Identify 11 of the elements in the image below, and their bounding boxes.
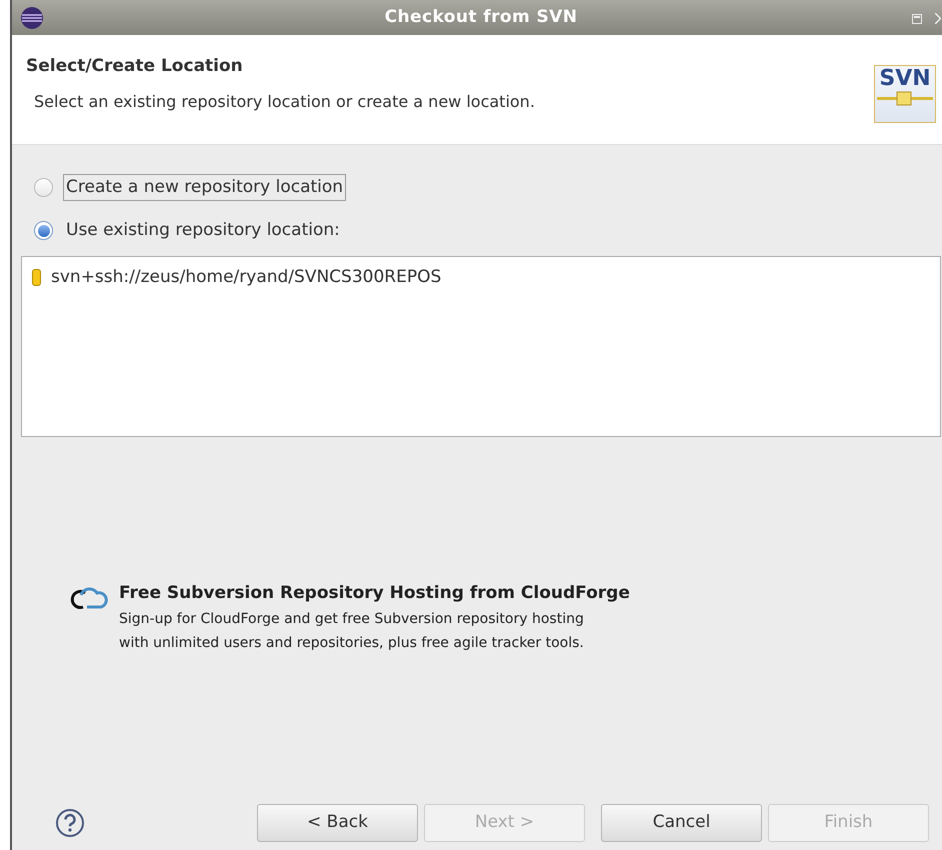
wizard-button[interactable]: Cancel: [601, 804, 762, 842]
svn-logo: SVN: [874, 65, 936, 123]
location-item[interactable]: svn+ssh://zeus/home/ryand/SVNCS300REPOS: [32, 265, 940, 290]
radio-label[interactable]: Use existing repository location:: [63, 216, 343, 244]
header-title: Select/Create Location: [26, 55, 243, 78]
wizard-button[interactable]: < Back: [257, 804, 418, 842]
radio-label[interactable]: Create a new repository location: [63, 174, 346, 202]
promo-title[interactable]: Free Subversion Repository Hosting from CloudForge: [119, 581, 630, 606]
window-title: Checkout from SVN: [384, 6, 578, 29]
promo-text: Sign-up for CloudForge and get free Subversion repository hosting with unlimited users and repositories, plus free agile tracker tools.: [119, 610, 585, 652]
header-description: Select an existing repository location or create a new location.: [34, 91, 535, 113]
